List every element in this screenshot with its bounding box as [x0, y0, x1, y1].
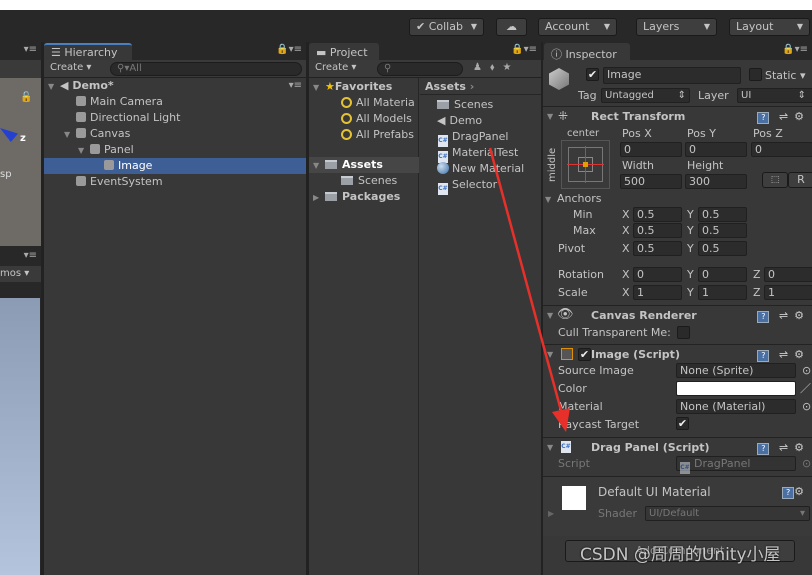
watermark: CSDN @周周的Unity小屋: [580, 545, 781, 565]
arrow-shaft: [488, 147, 565, 419]
arrow-head: [552, 408, 570, 432]
annotation-arrow: [488, 147, 570, 432]
